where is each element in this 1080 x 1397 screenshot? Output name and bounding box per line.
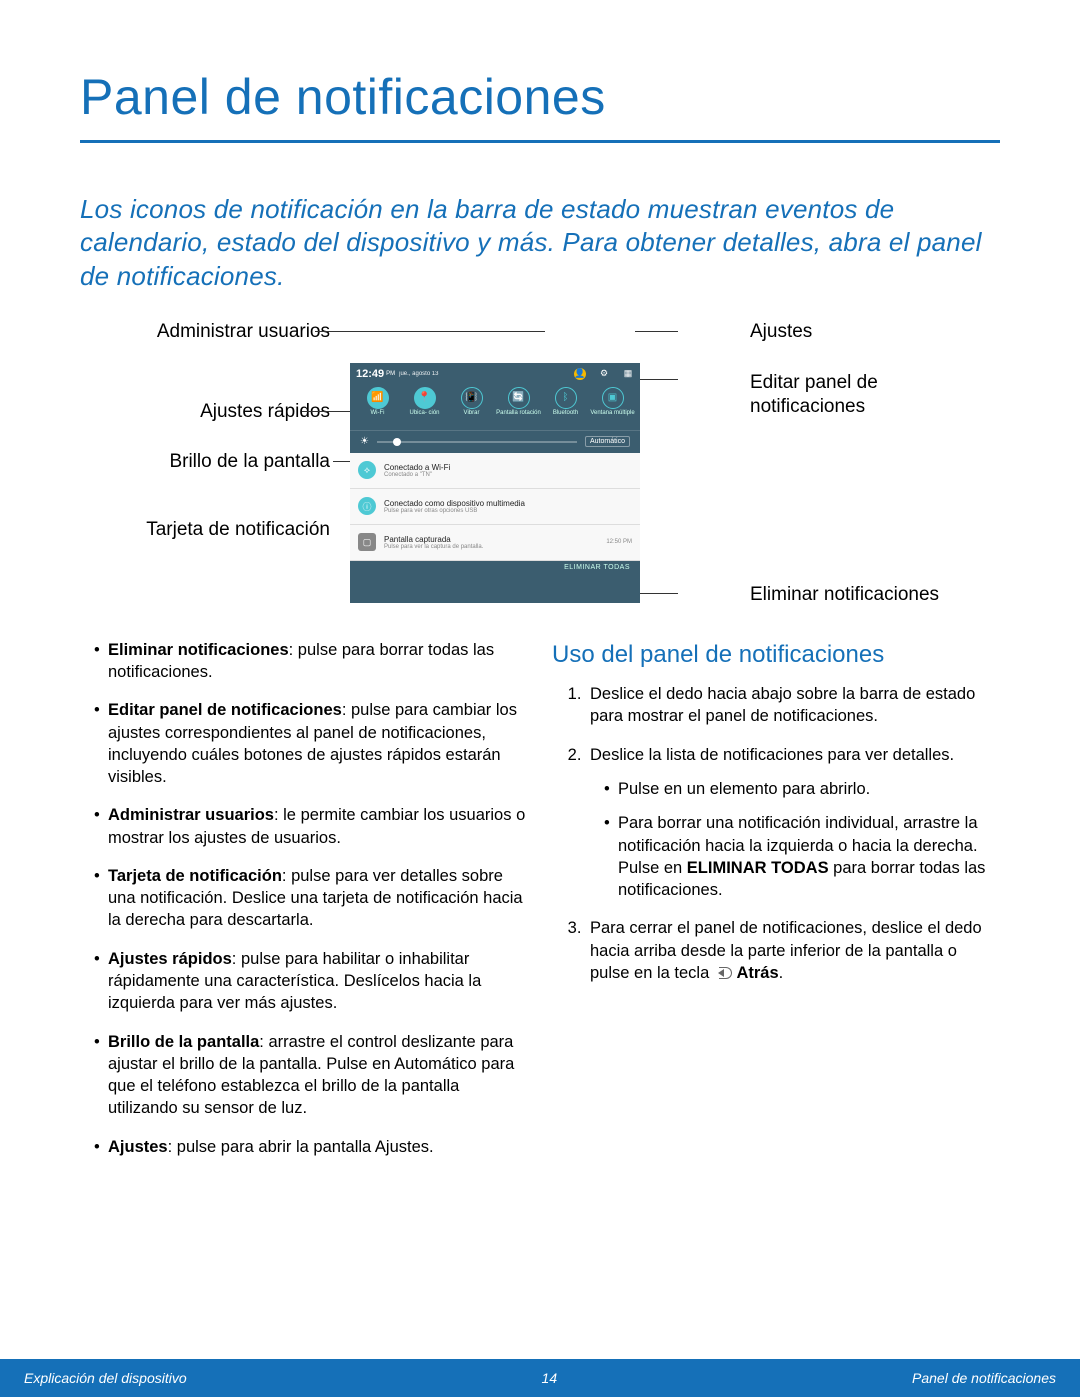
ss-brightness: ☀ Automático xyxy=(350,431,640,453)
ss-notification-card: ▢ Pantalla capturadaPulse para ver la ca… xyxy=(350,525,640,561)
callout-line xyxy=(635,379,678,380)
ss-time: 12:49 xyxy=(356,368,384,380)
ss-clear-all: ELIMINAR TODAS xyxy=(350,561,640,574)
usage-heading: Uso del panel de notificaciones xyxy=(552,639,1000,671)
callout-line xyxy=(333,461,350,462)
callout-editar-panel: Editar panel denotificaciones xyxy=(750,371,878,420)
wifi-icon: 📶 xyxy=(367,387,389,409)
callout-ajustes: Ajustes xyxy=(750,321,812,343)
back-icon xyxy=(714,966,732,980)
ss-topbar: 12:49 PM jue., agosto 13 👤 ⚙ ▦ xyxy=(350,363,640,385)
callout-tarjeta-notificacion: Tarjeta de notificación xyxy=(146,519,330,541)
step-item: Para cerrar el panel de notificaciones, … xyxy=(586,917,1000,984)
content-columns: Eliminar notificaciones: pulse para borr… xyxy=(0,621,1080,1174)
bullet-item: Ajustes: pulse para abrir la pantalla Aj… xyxy=(94,1136,528,1158)
title-rule xyxy=(80,140,1000,143)
callout-line xyxy=(315,331,545,332)
ss-notification-card: ⟡ Conectado a Wi-FiConectado a "TN" xyxy=(350,453,640,489)
brightness-auto: Automático xyxy=(585,436,630,447)
ss-ampm: PM xyxy=(386,371,395,377)
substep-item: Para borrar una notificación individual,… xyxy=(604,812,1000,901)
ss-quick-settings: 📶Wi-Fi 📍Ubica- ción 📳Vibrar 🔄Pantalla ro… xyxy=(350,385,640,431)
callout-line xyxy=(302,411,350,412)
callout-administrar-usuarios: Administrar usuarios xyxy=(157,321,330,343)
footer-right: Panel de notificaciones xyxy=(912,1370,1056,1386)
footer-left: Explicación del dispositivo xyxy=(24,1370,187,1386)
callout-line xyxy=(635,331,678,332)
page-title: Panel de notificaciones xyxy=(0,0,1080,140)
step-item: Deslice la lista de notificaciones para … xyxy=(586,744,1000,902)
page-footer: Explicación del dispositivo 14 Panel de … xyxy=(0,1359,1080,1397)
rotate-icon: 🔄 xyxy=(508,387,530,409)
bullet-item: Eliminar notificaciones: pulse para borr… xyxy=(94,639,528,684)
brightness-slider xyxy=(377,441,577,443)
location-icon: 📍 xyxy=(414,387,436,409)
ss-date: jue., agosto 13 xyxy=(399,371,438,377)
bullet-item: Administrar usuarios: le permite cambiar… xyxy=(94,804,528,849)
footer-page-number: 14 xyxy=(542,1370,558,1386)
callout-ajustes-rapidos: Ajustes rápidos xyxy=(200,401,330,423)
callout-brillo: Brillo de la pantalla xyxy=(169,451,330,473)
bluetooth-icon: ᛒ xyxy=(555,387,577,409)
gear-icon: ⚙ xyxy=(598,368,610,380)
diagram: Administrar usuarios Ajustes rápidos Bri… xyxy=(80,321,1000,621)
left-column: Eliminar notificaciones: pulse para borr… xyxy=(80,639,528,1174)
right-column: Uso del panel de notificaciones Deslice … xyxy=(552,639,1000,1174)
brightness-icon: ☀ xyxy=(360,436,369,447)
substep-item: Pulse en un elemento para abrirlo. xyxy=(604,778,1000,800)
vibrate-icon: 📳 xyxy=(461,387,483,409)
bullet-item: Tarjeta de notificación: pulse para ver … xyxy=(94,865,528,932)
grid-icon: ▦ xyxy=(622,368,634,380)
ss-notification-card: ⓘ Conectado como dispositivo multimediaP… xyxy=(350,489,640,525)
bullet-item: Ajustes rápidos: pulse para habilitar o … xyxy=(94,948,528,1015)
intro-text: Los iconos de notificación en la barra d… xyxy=(0,193,1080,321)
wifi-icon: ⟡ xyxy=(358,461,376,479)
user-icon: 👤 xyxy=(574,368,586,380)
notification-panel-screenshot: 12:49 PM jue., agosto 13 👤 ⚙ ▦ 📶Wi-Fi 📍U… xyxy=(350,363,640,603)
bullet-item: Brillo de la pantalla: arrastre el contr… xyxy=(94,1031,528,1120)
bullet-item: Editar panel de notificaciones: pulse pa… xyxy=(94,699,528,788)
info-icon: ⓘ xyxy=(358,497,376,515)
callout-eliminar-notificaciones: Eliminar notificaciones xyxy=(750,584,939,606)
screenshot-thumb-icon: ▢ xyxy=(358,533,376,551)
multiwindow-icon: ▣ xyxy=(602,387,624,409)
step-item: Deslice el dedo hacia abajo sobre la bar… xyxy=(586,683,1000,728)
